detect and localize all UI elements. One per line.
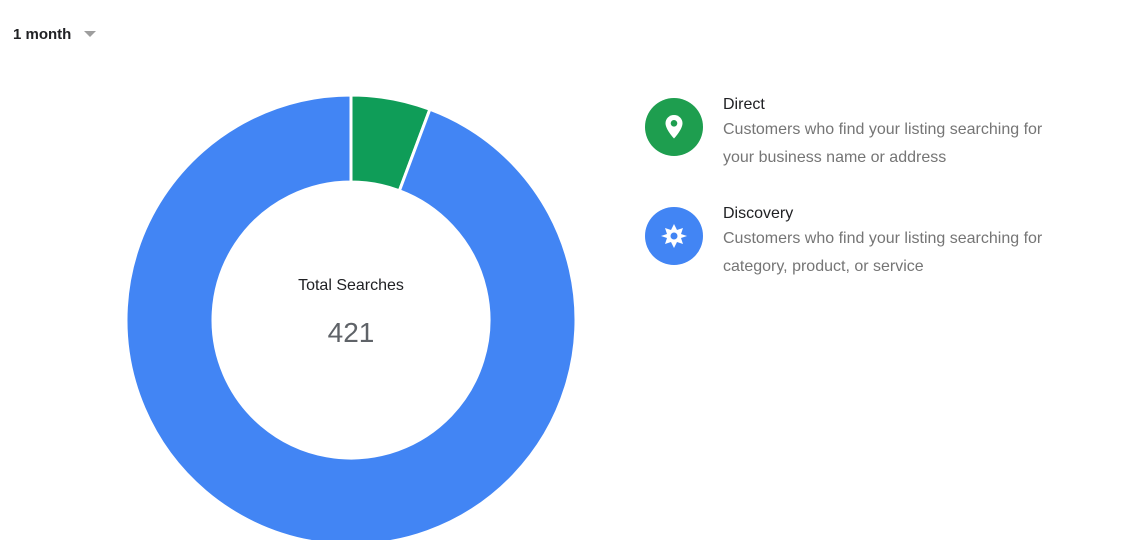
- center-value: 421: [328, 317, 375, 348]
- legend-title-discovery: Discovery: [723, 205, 794, 222]
- legend-item-discovery: Discovery Customers who find your listin…: [645, 203, 1121, 281]
- center-label: Total Searches: [298, 277, 404, 294]
- discovery-compass-icon: [645, 207, 703, 265]
- legend-desc-direct-line2: your business name or address: [723, 149, 947, 166]
- legend-item-direct: Direct Customers who find your listing s…: [645, 94, 1121, 172]
- legend-desc-discovery-line1: Customers who find your listing searchin…: [723, 230, 1043, 247]
- chart-legend: Direct Customers who find your listing s…: [645, 94, 1121, 312]
- location-pin-icon: [645, 98, 703, 156]
- legend-desc-discovery-line2: category, product, or service: [723, 258, 924, 275]
- legend-title-direct: Direct: [723, 96, 765, 113]
- legend-desc-direct-line1: Customers who find your listing searchin…: [723, 121, 1043, 138]
